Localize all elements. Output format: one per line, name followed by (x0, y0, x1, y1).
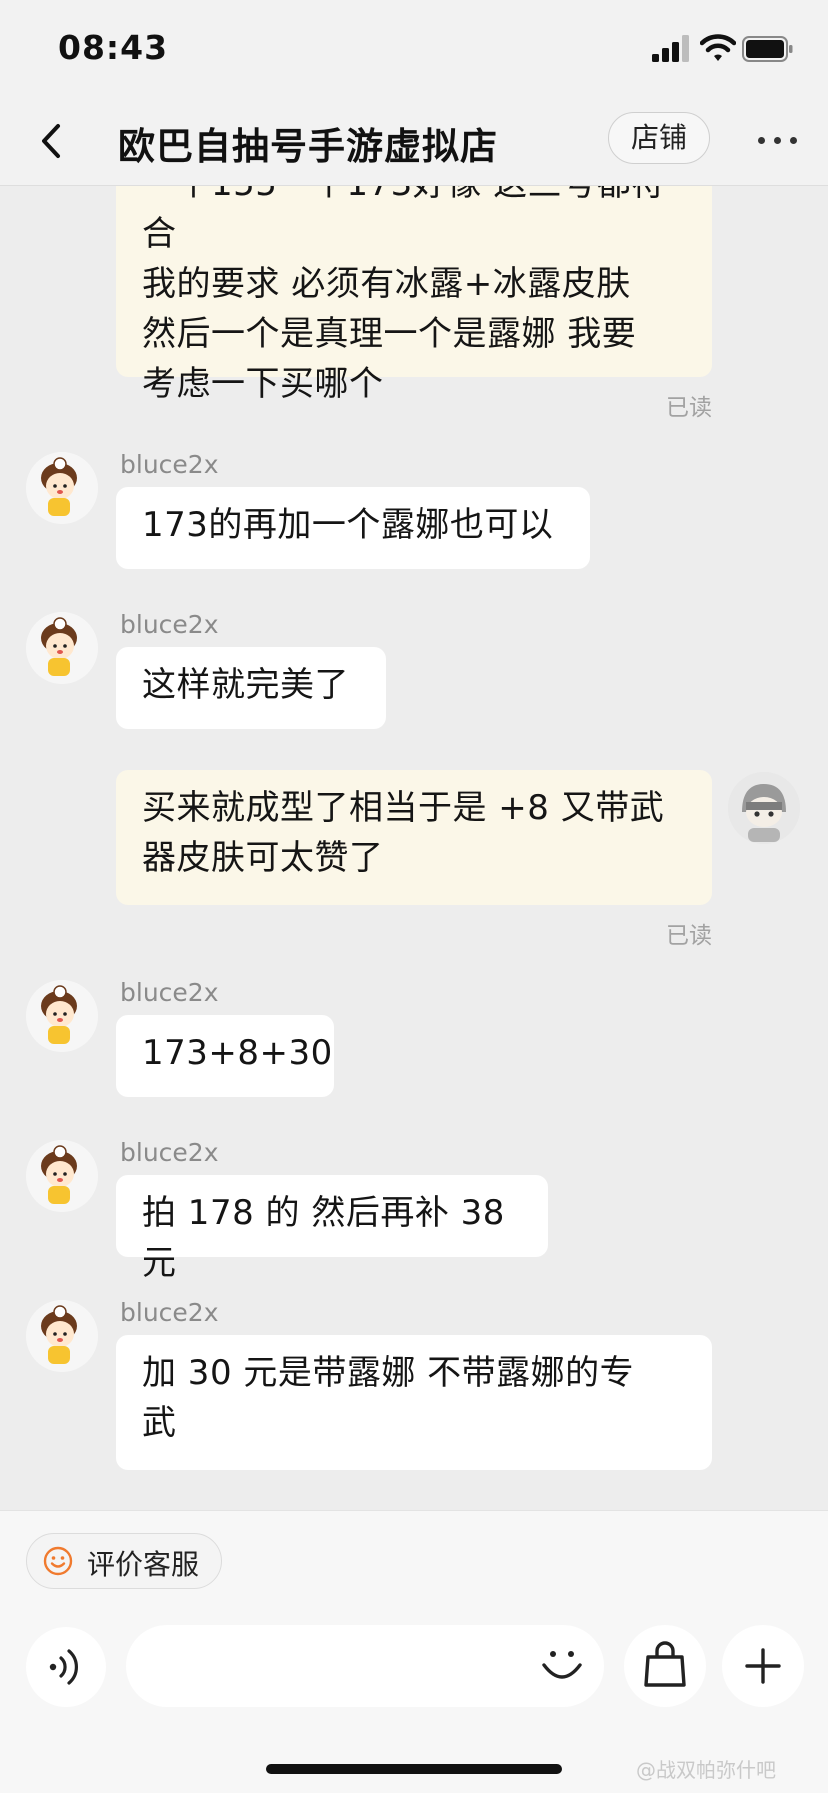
seller-avatar[interactable] (26, 612, 98, 684)
seller-avatar[interactable] (26, 452, 98, 524)
my-avatar-image (728, 772, 800, 844)
smiley-icon (43, 1546, 73, 1576)
signal-icon (652, 35, 689, 62)
message-line: 我的要求 必须有冰露+冰露皮肤 (142, 264, 631, 304)
message-line: 173的再加一个露娜也可以 (142, 505, 554, 545)
sender-name: bluce2x (120, 610, 219, 639)
more-actions-button[interactable] (722, 1625, 804, 1707)
message-list[interactable]: 一个155一个173好像 这三号都符合 我的要求 必须有冰露+冰露皮肤 然后一个… (0, 186, 828, 1510)
shop-title: 欧巴自抽号手游虚拟店 (118, 125, 498, 168)
home-indicator[interactable] (266, 1764, 562, 1774)
seller-avatar-image (26, 980, 98, 1052)
voice-icon (49, 1649, 78, 1685)
seller-message-bubble[interactable]: 这样就完美了 (116, 647, 386, 729)
seller-message-bubble[interactable]: 加 30 元是带露娜 不带露娜的专 武 (116, 1335, 712, 1470)
shop-button[interactable]: 店铺 (608, 112, 710, 164)
my-message-bubble[interactable]: 一个155一个173好像 这三号都符合 我的要求 必须有冰露+冰露皮肤 然后一个… (116, 186, 712, 404)
wifi-icon (700, 34, 736, 61)
message-line: 器皮肤可太赞了 (142, 838, 384, 878)
sender-name: bluce2x (120, 978, 219, 1007)
status-time: 08:43 (58, 28, 169, 67)
my-message-bubble[interactable]: 买来就成型了相当于是 +8 又带武 器皮肤可太赞了 (116, 770, 712, 905)
emoji-icon[interactable] (538, 1641, 586, 1689)
read-receipt: 已读 (666, 395, 712, 421)
seller-avatar[interactable] (26, 980, 98, 1052)
seller-avatar-image (26, 1140, 98, 1212)
composer-area: 评价客服 (0, 1510, 828, 1793)
seller-message-bubble[interactable]: 拍 178 的 然后再补 38 元 (116, 1175, 548, 1283)
seller-avatar-image (26, 1300, 98, 1372)
seller-avatar-image (26, 612, 98, 684)
seller-avatar-image (26, 452, 98, 524)
sender-name: bluce2x (120, 1298, 219, 1327)
more-dots-icon[interactable] (756, 120, 800, 160)
seller-avatar[interactable] (26, 1140, 98, 1212)
back-chevron-icon[interactable] (34, 118, 68, 164)
plus-icon (745, 1648, 781, 1684)
message-line: 加 30 元是带露娜 不带露娜的专 (142, 1353, 635, 1393)
message-line: 这样就完美了 (142, 665, 349, 705)
message-line: 买来就成型了相当于是 +8 又带武 (142, 788, 665, 828)
shopping-bag-icon (644, 1641, 686, 1687)
seller-avatar[interactable] (26, 1300, 98, 1372)
read-receipt: 已读 (666, 923, 712, 949)
sender-name: bluce2x (120, 1138, 219, 1167)
rate-service-label: 评价客服 (87, 1548, 200, 1581)
message-line: 武 (142, 1403, 177, 1443)
voice-button[interactable] (26, 1627, 106, 1707)
chat-header: 欧巴自抽号手游虚拟店 店铺 (0, 100, 828, 186)
seller-message-bubble[interactable]: 173的再加一个露娜也可以 (116, 487, 590, 569)
status-bar: 08:43 (0, 0, 828, 100)
message-input[interactable] (126, 1625, 604, 1707)
seller-message-bubble[interactable]: 173+8+30 (116, 1015, 334, 1097)
battery-icon (742, 36, 793, 62)
watermark: @战双帕弥什吧 (636, 1758, 776, 1782)
message-line: 拍 178 的 然后再补 38 元 (142, 1193, 505, 1283)
message-line: 173+8+30 (142, 1033, 333, 1073)
message-line: 一个155一个173好像 这三号都符合 (142, 186, 665, 254)
message-line: 考虑一下买哪个 (142, 364, 384, 404)
my-avatar[interactable] (728, 772, 800, 844)
rate-service-button[interactable]: 评价客服 (26, 1533, 222, 1589)
sender-name: bluce2x (120, 450, 219, 479)
message-line: 然后一个是真理一个是露娜 我要 (142, 314, 637, 354)
product-button[interactable] (624, 1625, 706, 1707)
